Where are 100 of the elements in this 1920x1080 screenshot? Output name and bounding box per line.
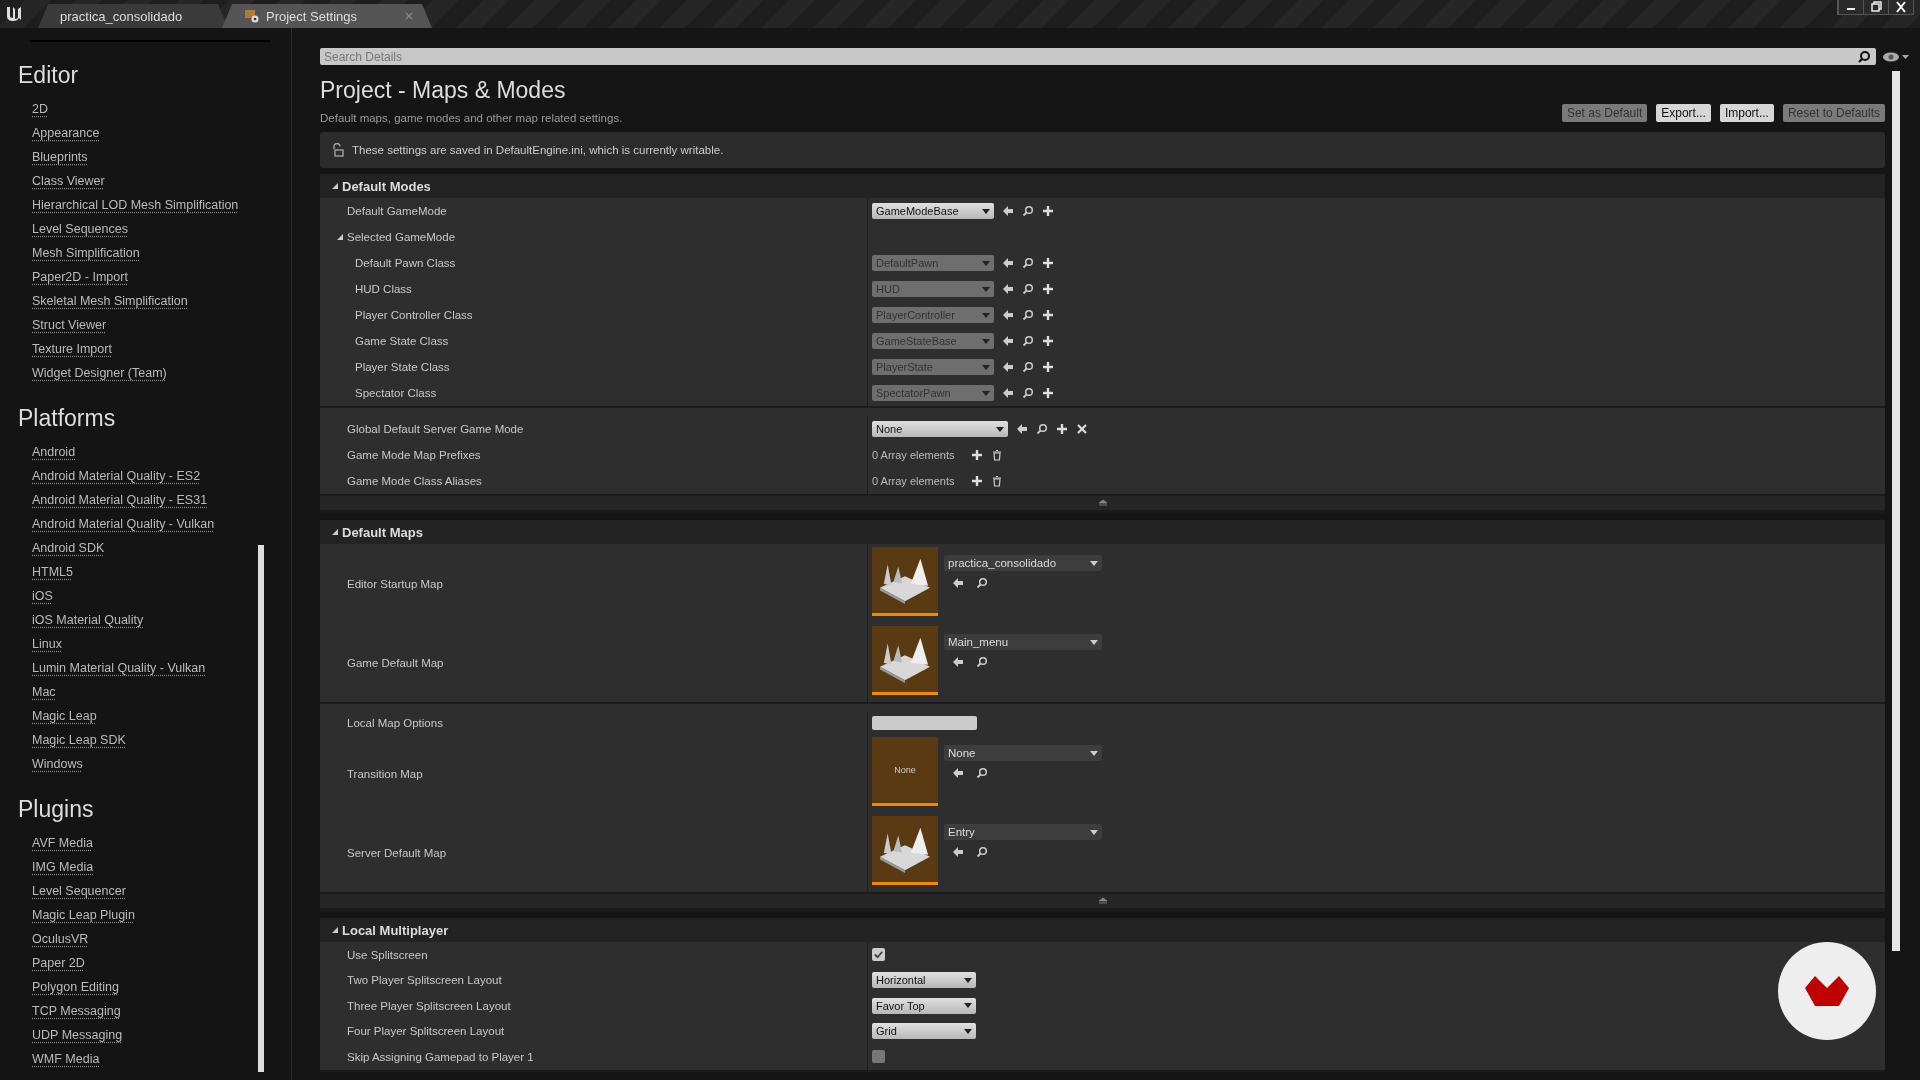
plus-icon[interactable]: [1042, 205, 1054, 217]
search-icon[interactable]: [1022, 257, 1034, 269]
class-dropdown[interactable]: None: [872, 421, 1008, 437]
settings-link[interactable]: iOS: [32, 584, 53, 608]
map-dropdown[interactable]: Main_menu: [944, 634, 1102, 650]
back-arrow-icon[interactable]: [1002, 335, 1014, 347]
settings-link[interactable]: Magic Leap: [32, 704, 97, 728]
settings-link[interactable]: UDP Messaging: [32, 1023, 123, 1047]
settings-link[interactable]: Magic Leap Plugin: [32, 903, 135, 927]
settings-link[interactable]: HTML5: [32, 560, 73, 584]
collapse-icon[interactable]: [1096, 499, 1109, 507]
settings-link[interactable]: Skeletal Mesh Simplification: [32, 289, 188, 313]
settings-link[interactable]: Magic Leap SDK: [32, 728, 126, 752]
back-arrow-icon[interactable]: [952, 577, 964, 589]
checkbox[interactable]: [872, 1050, 885, 1064]
text-field[interactable]: [872, 716, 977, 730]
settings-link[interactable]: Mesh Simplification: [32, 241, 140, 265]
settings-link[interactable]: WMF Media: [32, 1047, 100, 1071]
settings-link[interactable]: Level Sequences: [32, 217, 128, 241]
map-thumbnail[interactable]: None: [872, 737, 938, 806]
search-icon[interactable]: [1022, 335, 1034, 347]
section-header[interactable]: Default Modes: [320, 174, 1885, 198]
back-arrow-icon[interactable]: [952, 767, 964, 779]
search-icon[interactable]: [1022, 361, 1034, 373]
clear-icon[interactable]: [1076, 423, 1088, 435]
search-icon[interactable]: [1022, 387, 1034, 399]
back-arrow-icon[interactable]: [1002, 309, 1014, 321]
settings-link[interactable]: Android Material Quality - ES2: [32, 464, 201, 488]
search-icon[interactable]: [1022, 283, 1034, 295]
back-arrow-icon[interactable]: [1002, 361, 1014, 373]
plus-icon[interactable]: [1042, 361, 1054, 373]
layout-dropdown[interactable]: Favor Top: [872, 997, 976, 1014]
settings-link[interactable]: Texture Import: [32, 337, 112, 361]
plus-icon[interactable]: [1042, 387, 1054, 399]
back-arrow-icon[interactable]: [1002, 257, 1014, 269]
restore-icon[interactable]: [1863, 0, 1888, 14]
scrollbar-thumb[interactable]: [258, 545, 264, 1072]
settings-link[interactable]: Android Material Quality - Vulkan: [32, 512, 215, 536]
section-header[interactable]: Local Multiplayer: [320, 918, 1885, 942]
trash-icon[interactable]: [990, 449, 1003, 461]
settings-link[interactable]: Windows: [32, 752, 83, 776]
settings-link[interactable]: Android: [32, 440, 76, 464]
minimize-icon[interactable]: [1838, 0, 1863, 14]
settings-link[interactable]: Struct Viewer: [32, 313, 107, 337]
settings-link[interactable]: Paper2D - Import: [32, 265, 128, 289]
settings-link[interactable]: Polygon Editing: [32, 975, 119, 999]
expander-icon[interactable]: [337, 234, 343, 240]
section-header[interactable]: Default Maps: [320, 520, 1885, 544]
back-arrow-icon[interactable]: [1016, 423, 1028, 435]
map-dropdown[interactable]: practica_consolidado: [944, 555, 1102, 571]
settings-link[interactable]: AVF Media: [32, 831, 93, 855]
settings-link[interactable]: Widget Designer (Team): [32, 361, 167, 385]
settings-link[interactable]: Android Material Quality - ES31: [32, 488, 208, 512]
close-icon[interactable]: [1888, 0, 1913, 14]
settings-link[interactable]: OculusVR: [32, 927, 89, 951]
settings-link[interactable]: Blueprints: [32, 145, 88, 169]
engine-logo-icon[interactable]: [4, 4, 24, 24]
scrollbar-thumb[interactable]: [1892, 71, 1900, 951]
search-icon[interactable]: [1022, 205, 1034, 217]
settings-link[interactable]: Level Sequencer: [32, 879, 126, 903]
search-icon[interactable]: [976, 656, 988, 668]
map-dropdown[interactable]: Entry: [944, 824, 1102, 840]
settings-link[interactable]: Android SDK: [32, 536, 105, 560]
layout-dropdown[interactable]: Grid: [872, 1023, 976, 1040]
settings-link[interactable]: Class Viewer: [32, 169, 105, 193]
settings-link[interactable]: Paper 2D: [32, 951, 85, 975]
plus-icon[interactable]: [1042, 283, 1054, 295]
settings-link[interactable]: IMG Media: [32, 855, 94, 879]
back-arrow-icon[interactable]: [1002, 283, 1014, 295]
back-arrow-icon[interactable]: [952, 656, 964, 668]
layout-dropdown[interactable]: Horizontal: [872, 972, 976, 989]
toolbar-button[interactable]: Export...: [1656, 104, 1711, 122]
trash-icon[interactable]: [990, 475, 1003, 487]
plus-icon[interactable]: [1042, 309, 1054, 321]
settings-link[interactable]: Mac: [32, 680, 56, 704]
search-icon[interactable]: [976, 767, 988, 779]
back-arrow-icon[interactable]: [1002, 205, 1014, 217]
settings-link[interactable]: Hierarchical LOD Mesh Simplification: [32, 193, 239, 217]
settings-link[interactable]: TCP Messaging: [32, 999, 121, 1023]
plus-icon[interactable]: [1042, 335, 1054, 347]
plus-icon[interactable]: [970, 475, 983, 487]
plus-icon[interactable]: [1056, 423, 1068, 435]
settings-link[interactable]: Lumin Material Quality - Vulkan: [32, 656, 206, 680]
plus-icon[interactable]: [1042, 257, 1054, 269]
eye-icon[interactable]: [1882, 50, 1910, 63]
map-dropdown[interactable]: None: [944, 745, 1102, 761]
map-thumbnail[interactable]: [872, 626, 938, 695]
search-icon[interactable]: [1036, 423, 1048, 435]
collapse-icon[interactable]: [1096, 897, 1109, 905]
toolbar-button[interactable]: Import...: [1719, 104, 1774, 122]
checkbox[interactable]: [872, 948, 885, 962]
search-icon[interactable]: [976, 846, 988, 858]
map-thumbnail[interactable]: [872, 547, 938, 616]
search-icon[interactable]: [976, 577, 988, 589]
settings-link[interactable]: iOS Material Quality: [32, 608, 144, 632]
back-arrow-icon[interactable]: [1002, 387, 1014, 399]
settings-link[interactable]: Appearance: [32, 121, 100, 145]
plus-icon[interactable]: [970, 449, 983, 461]
back-arrow-icon[interactable]: [952, 846, 964, 858]
search-field[interactable]: Search Details: [320, 48, 1876, 65]
